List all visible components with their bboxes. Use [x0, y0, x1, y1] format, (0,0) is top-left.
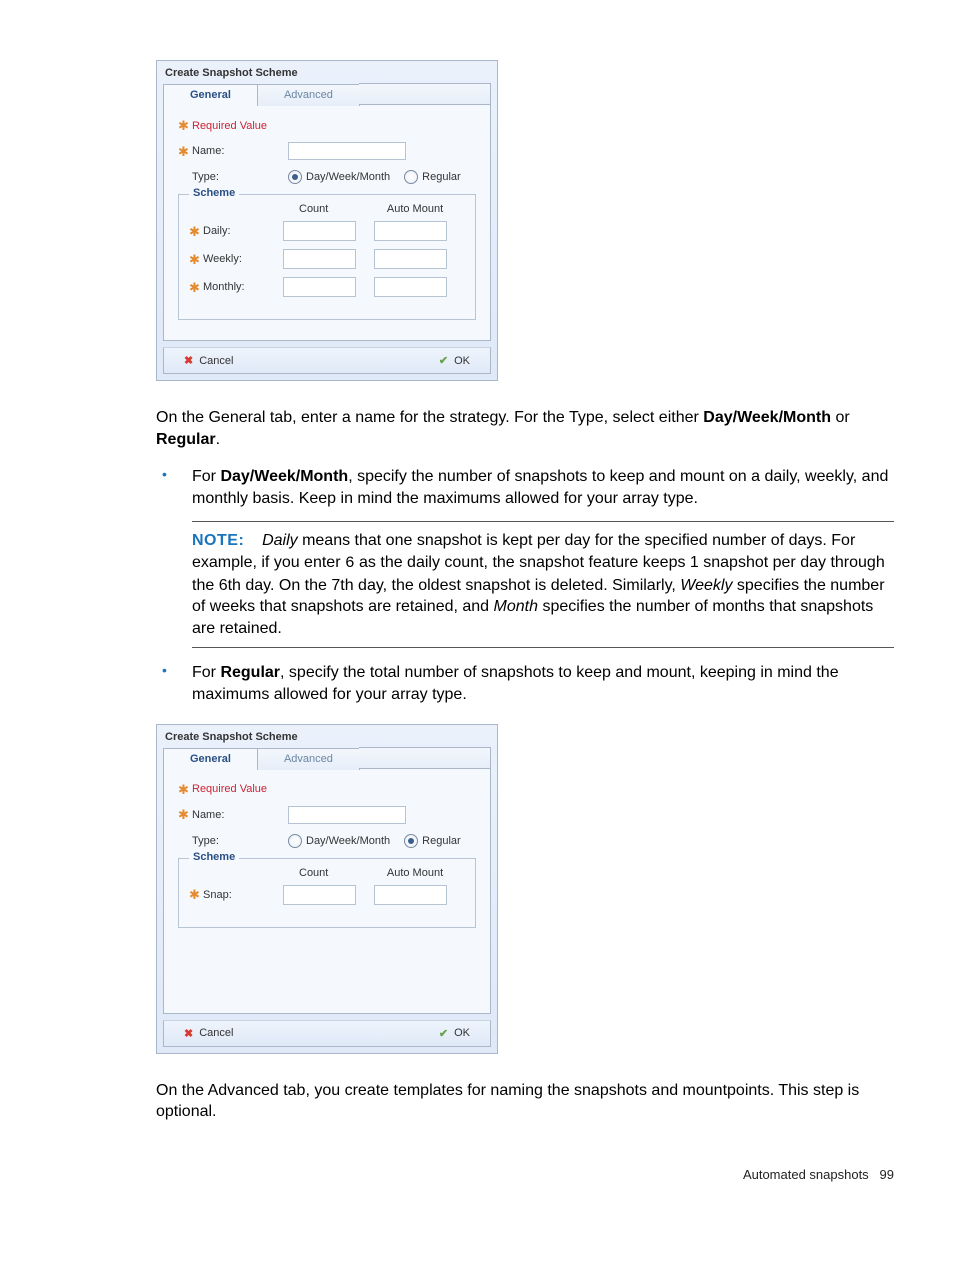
monthly-count-input[interactable] [283, 277, 356, 297]
page-number: 99 [880, 1167, 894, 1182]
list-item: For Day/Week/Month, specify the number o… [156, 466, 894, 648]
required-value-label: Required Value [192, 783, 267, 795]
radio-dwm[interactable]: Day/Week/Month [288, 170, 390, 184]
dialog-footer: ✖ Cancel ✔ OK [163, 347, 491, 374]
radio-regular-label: Regular [422, 171, 461, 183]
ok-button[interactable]: ✔ OK [439, 1027, 470, 1040]
footer-section: Automated snapshots [743, 1167, 869, 1182]
tabs: General Advanced [157, 747, 497, 769]
cancel-button[interactable]: ✖ Cancel [184, 354, 233, 367]
check-icon: ✔ [439, 1027, 448, 1040]
cancel-label: Cancel [199, 1027, 233, 1039]
required-value-label: Required Value [192, 120, 267, 132]
name-input[interactable] [288, 806, 406, 824]
tab-advanced[interactable]: Advanced [257, 84, 360, 106]
check-icon: ✔ [439, 354, 448, 367]
weekly-label: Weekly: [203, 253, 242, 265]
scheme-fieldset: Scheme Count Auto Mount ✱Snap: [178, 858, 476, 928]
ok-label: OK [454, 1027, 470, 1039]
monthly-automount-input[interactable] [374, 277, 447, 297]
radio-regular[interactable]: Regular [404, 170, 461, 184]
fieldset-legend: Scheme [189, 187, 239, 199]
close-icon: ✖ [184, 1027, 193, 1040]
daily-label: Daily: [203, 225, 231, 237]
radio-dwm[interactable]: Day/Week/Month [288, 834, 390, 848]
snap-automount-input[interactable] [374, 885, 447, 905]
fieldset-legend: Scheme [189, 851, 239, 863]
count-header: Count [299, 867, 387, 879]
radio-dwm-label: Day/Week/Month [306, 835, 390, 847]
required-star-icon: ✱ [189, 253, 203, 266]
radio-icon [404, 834, 418, 848]
type-label: Type: [192, 171, 288, 183]
dialog-title: Create Snapshot Scheme [157, 61, 497, 83]
name-label: Name: [192, 145, 288, 157]
required-star-icon: ✱ [178, 145, 192, 158]
radio-regular[interactable]: Regular [404, 834, 461, 848]
create-snapshot-scheme-dialog-regular: Create Snapshot Scheme General Advanced … [156, 724, 498, 1054]
automount-header: Auto Mount [387, 867, 465, 879]
radio-regular-label: Regular [422, 835, 461, 847]
weekly-automount-input[interactable] [374, 249, 447, 269]
monthly-label: Monthly: [203, 281, 245, 293]
required-star-icon: ✱ [178, 119, 192, 132]
ok-button[interactable]: ✔ OK [439, 354, 470, 367]
required-star-icon: ✱ [189, 281, 203, 294]
dialog-title: Create Snapshot Scheme [157, 725, 497, 747]
scheme-fieldset: Scheme Count Auto Mount ✱Daily: ✱Weekly:… [178, 194, 476, 320]
name-label: Name: [192, 809, 288, 821]
close-icon: ✖ [184, 354, 193, 367]
radio-icon [288, 170, 302, 184]
automount-header: Auto Mount [387, 203, 465, 215]
note-label: NOTE: [192, 532, 244, 549]
radio-dwm-label: Day/Week/Month [306, 171, 390, 183]
dialog-body: ✱ Required Value ✱ Name: Type: Day/Week/… [163, 769, 491, 1014]
weekly-count-input[interactable] [283, 249, 356, 269]
tab-general[interactable]: General [163, 84, 258, 106]
general-intro-paragraph: On the General tab, enter a name for the… [156, 407, 894, 450]
ok-label: OK [454, 355, 470, 367]
tab-general[interactable]: General [163, 748, 258, 770]
list-item: For Regular, specify the total number of… [156, 662, 894, 705]
required-star-icon: ✱ [189, 225, 203, 238]
snap-count-input[interactable] [283, 885, 356, 905]
required-star-icon: ✱ [178, 808, 192, 821]
tabs-spacer [359, 747, 491, 769]
create-snapshot-scheme-dialog-dwm: Create Snapshot Scheme General Advanced … [156, 60, 498, 381]
dialog-body: ✱ Required Value ✱ Name: Type: Day/Week/… [163, 105, 491, 341]
radio-icon [404, 170, 418, 184]
count-header: Count [299, 203, 387, 215]
required-star-icon: ✱ [189, 888, 203, 901]
tab-advanced[interactable]: Advanced [257, 748, 360, 770]
cancel-label: Cancel [199, 355, 233, 367]
cancel-button[interactable]: ✖ Cancel [184, 1027, 233, 1040]
radio-icon [288, 834, 302, 848]
type-label: Type: [192, 835, 288, 847]
dialog-footer: ✖ Cancel ✔ OK [163, 1020, 491, 1047]
bullet-list: For Day/Week/Month, specify the number o… [156, 466, 894, 705]
tabs-spacer [359, 83, 491, 105]
daily-automount-input[interactable] [374, 221, 447, 241]
note-box: NOTE: Daily means that one snapshot is k… [192, 521, 894, 648]
required-star-icon: ✱ [178, 783, 192, 796]
name-input[interactable] [288, 142, 406, 160]
daily-count-input[interactable] [283, 221, 356, 241]
snap-label: Snap: [203, 889, 232, 901]
advanced-paragraph: On the Advanced tab, you create template… [156, 1080, 894, 1123]
page-footer: Automated snapshots 99 [156, 1167, 894, 1182]
tabs: General Advanced [157, 83, 497, 105]
